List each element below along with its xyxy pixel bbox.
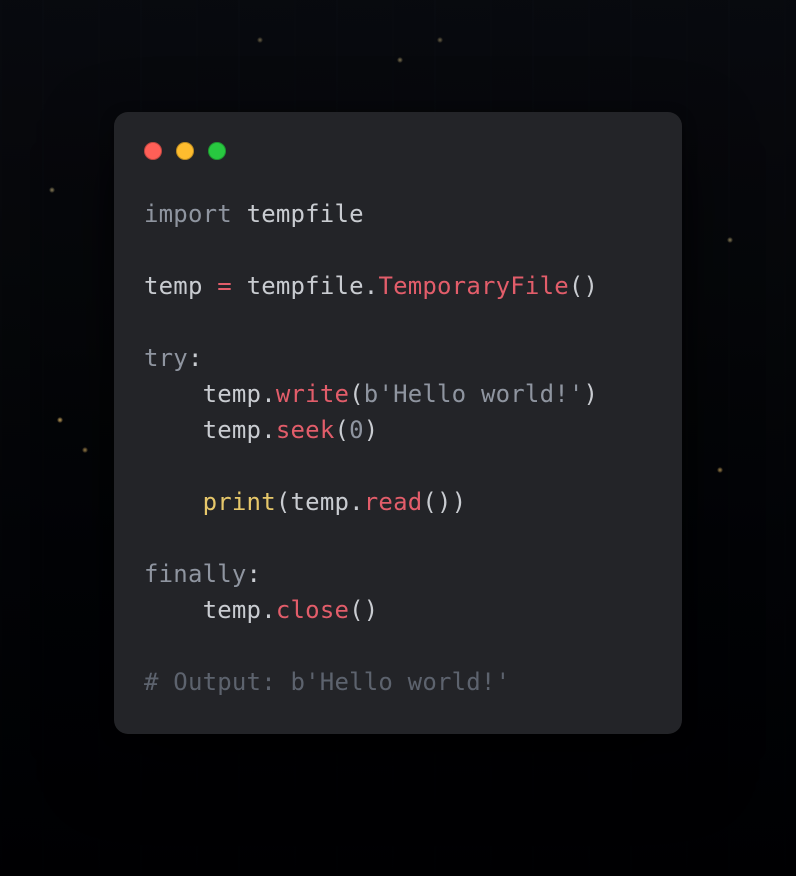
zoom-icon[interactable] [208, 142, 226, 160]
code-token-punct: ( [569, 272, 584, 300]
code-token-punct: ) [364, 596, 379, 624]
code-window: import tempfile temp = tempfile.Temporar… [114, 112, 682, 734]
code-token-punct: ) [452, 488, 467, 516]
code-token-ws [232, 200, 247, 228]
code-token-punct: . [364, 272, 379, 300]
code-token-ident: tempfile [247, 200, 364, 228]
code-line: temp.seek(0) [144, 416, 378, 444]
code-token-ws [203, 272, 218, 300]
code-line: temp.write(b'Hello world!') [144, 380, 598, 408]
code-token-type: TemporaryFile [378, 272, 568, 300]
code-token-ident: temp [203, 416, 262, 444]
code-token-ident: tempfile [247, 272, 364, 300]
code-token-num: 0 [349, 416, 364, 444]
code-line: try: [144, 344, 203, 372]
code-token-punct: ) [437, 488, 452, 516]
indent [144, 416, 203, 444]
code-token-method: read [364, 488, 423, 516]
code-line: temp = tempfile.TemporaryFile() [144, 272, 598, 300]
code-token-punct: . [261, 380, 276, 408]
code-token-punct: ) [584, 380, 599, 408]
code-token-ident: temp [203, 596, 262, 624]
indent [144, 488, 203, 516]
code-block[interactable]: import tempfile temp = tempfile.Temporar… [144, 196, 652, 700]
window-controls [144, 142, 652, 160]
code-token-punct: . [261, 416, 276, 444]
code-token-ident: temp [144, 272, 203, 300]
code-token-builtin: print [203, 488, 276, 516]
code-token-method: write [276, 380, 349, 408]
code-token-punct: ( [334, 416, 349, 444]
code-token-str: 'Hello world!' [378, 380, 583, 408]
code-line: import tempfile [144, 200, 364, 228]
code-line: print(temp.read()) [144, 488, 466, 516]
code-token-punct: . [349, 488, 364, 516]
code-token-punct: : [188, 344, 203, 372]
code-token-method: close [276, 596, 349, 624]
code-token-strpre: b [364, 380, 379, 408]
code-token-ident: temp [203, 380, 262, 408]
code-token-ws [232, 272, 247, 300]
code-token-method: seek [276, 416, 335, 444]
code-token-kw: try [144, 344, 188, 372]
code-line: temp.close() [144, 596, 378, 624]
code-token-punct: : [247, 560, 262, 588]
code-token-punct: ) [584, 272, 599, 300]
code-token-punct: ( [276, 488, 291, 516]
code-token-punct: ( [349, 596, 364, 624]
code-token-punct: . [261, 596, 276, 624]
code-token-punct: ( [349, 380, 364, 408]
code-line: # Output: b'Hello world!' [144, 668, 510, 696]
code-line: finally: [144, 560, 261, 588]
code-token-ident: temp [291, 488, 350, 516]
indent [144, 596, 203, 624]
code-token-punct: ) [364, 416, 379, 444]
minimize-icon[interactable] [176, 142, 194, 160]
indent [144, 380, 203, 408]
code-token-comment: # Output: b'Hello world!' [144, 668, 510, 696]
code-token-kw: import [144, 200, 232, 228]
close-icon[interactable] [144, 142, 162, 160]
code-token-op: = [217, 272, 232, 300]
code-token-kw: finally [144, 560, 247, 588]
code-token-punct: ( [422, 488, 437, 516]
